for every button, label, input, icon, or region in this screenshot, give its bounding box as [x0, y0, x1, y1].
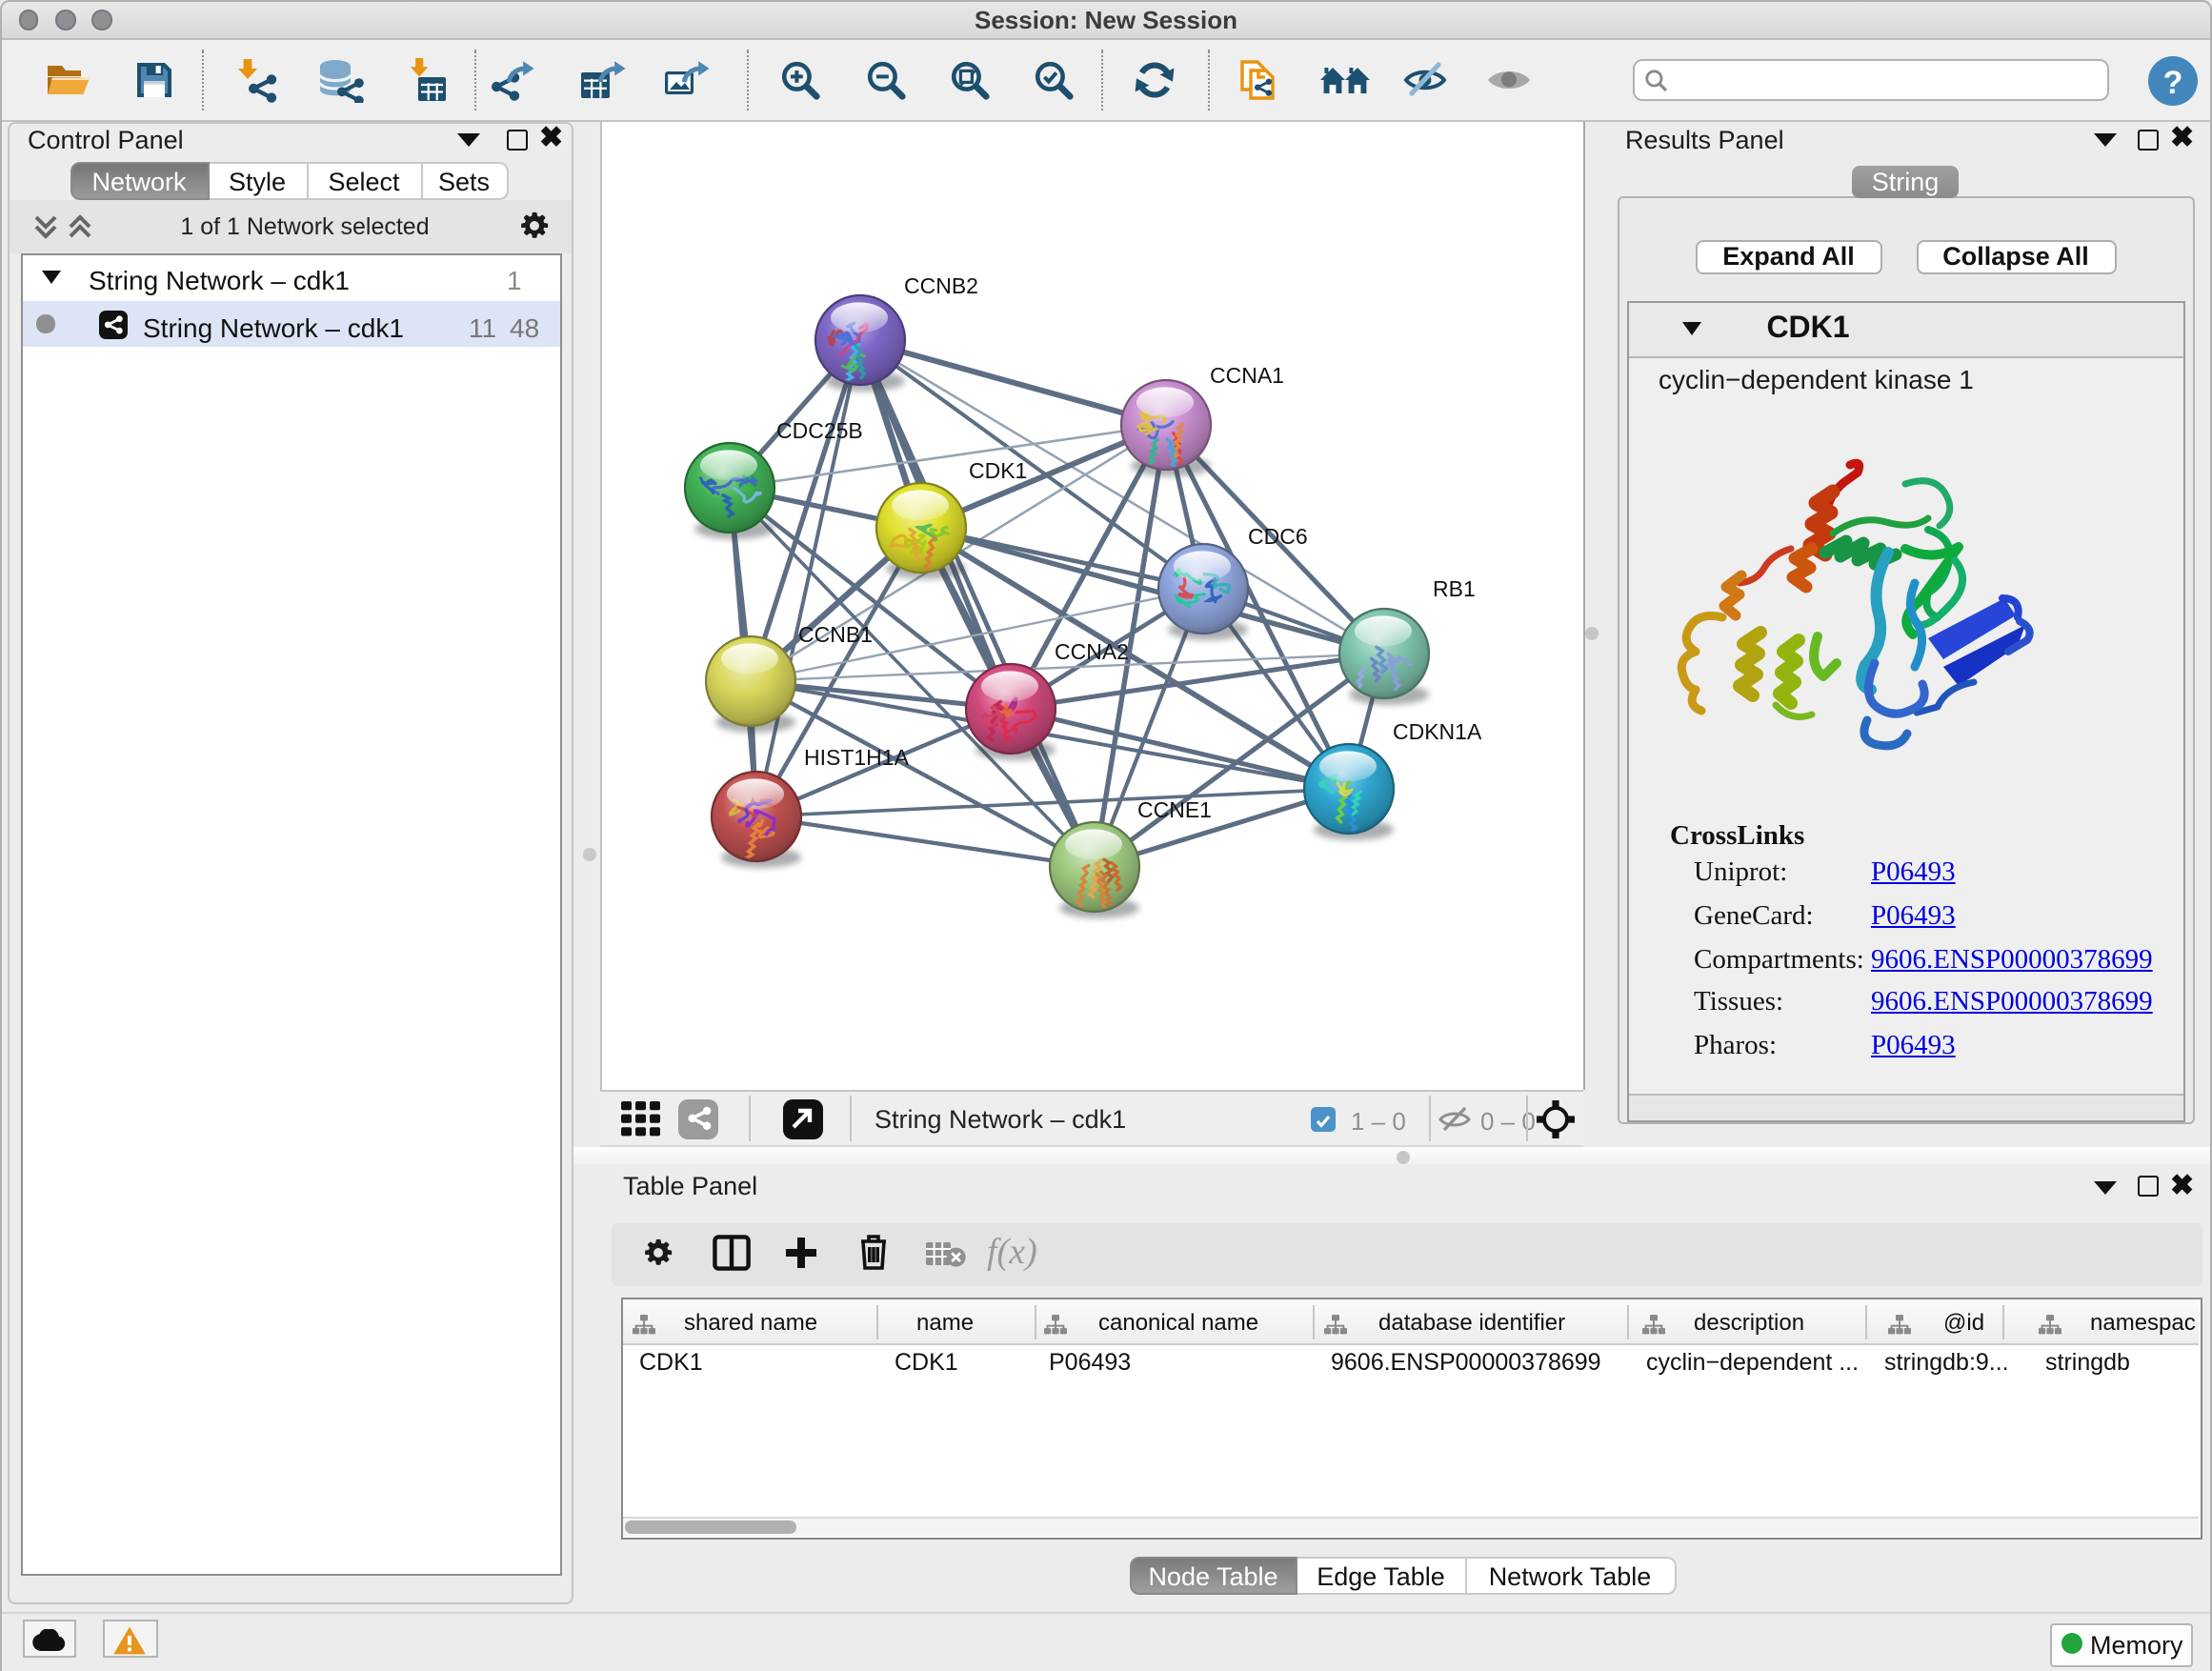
svg-text:CDKN1A: CDKN1A [1393, 719, 1482, 744]
svg-text:RB1: RB1 [1433, 576, 1476, 601]
svg-text:CCNA2: CCNA2 [1055, 639, 1129, 664]
svg-text:CDK1: CDK1 [969, 458, 1027, 483]
svg-text:CCNB1: CCNB1 [798, 622, 873, 647]
svg-text:CCNB2: CCNB2 [904, 273, 978, 298]
svg-text:HIST1H1A: HIST1H1A [804, 745, 910, 770]
svg-text:CDC25B: CDC25B [776, 418, 863, 443]
svg-text:CCNA1: CCNA1 [1210, 363, 1284, 388]
svg-text:CDC6: CDC6 [1248, 524, 1308, 549]
svg-text:?: ? [2162, 64, 2182, 100]
svg-text:CCNE1: CCNE1 [1137, 797, 1212, 822]
